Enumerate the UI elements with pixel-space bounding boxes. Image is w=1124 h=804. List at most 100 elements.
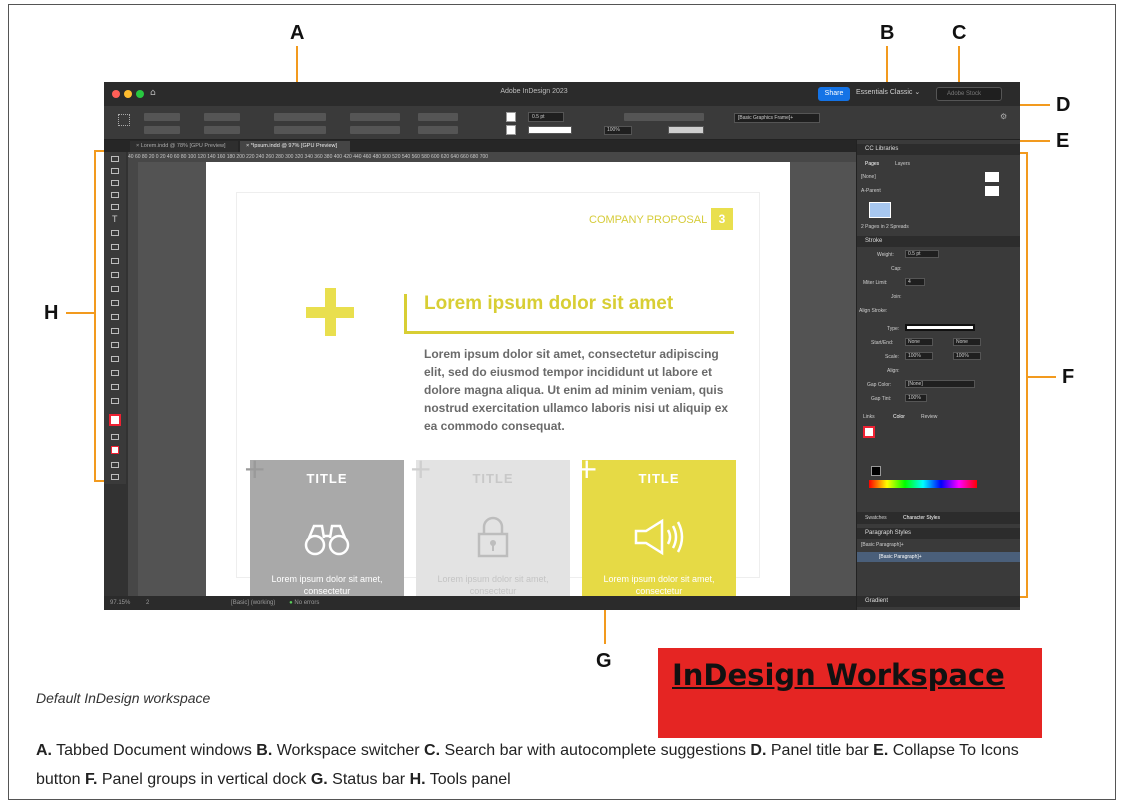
rectangle-frame-tool[interactable] (111, 272, 119, 278)
screen-mode-icon[interactable] (111, 462, 119, 468)
page-number-badge: 3 (711, 208, 733, 230)
shear-field[interactable] (350, 126, 400, 134)
scale-end-field[interactable]: 100% (953, 352, 981, 360)
tab-review[interactable]: Review (921, 414, 937, 420)
eyedropper-tool[interactable] (111, 370, 119, 376)
zoom-window-button[interactable] (136, 90, 144, 98)
tab-color[interactable]: Color (893, 414, 905, 420)
padlock-icon (477, 516, 509, 558)
callout-f-bracket-v (1026, 152, 1028, 598)
close-window-button[interactable] (112, 90, 120, 98)
selection-tool[interactable] (111, 156, 119, 162)
stroke-swatch-icon[interactable] (506, 125, 516, 135)
opacity-field[interactable]: 100% (604, 126, 632, 135)
callout-h-bracket-v (94, 150, 96, 482)
home-icon[interactable]: ⌂ (150, 88, 156, 98)
scale-x-field[interactable] (274, 113, 326, 121)
stroke-type-select[interactable] (905, 324, 975, 331)
legend-desc: Panel title bar (766, 742, 874, 759)
end-select[interactable]: None (953, 338, 981, 346)
scissors-tool[interactable] (111, 300, 119, 306)
y-position-field[interactable] (144, 126, 180, 134)
preflight-profile[interactable]: [Basic] (working) (231, 600, 275, 606)
tab-layers[interactable]: Layers (895, 161, 910, 167)
object-style-field[interactable]: [Basic Graphics Frame]+ (734, 113, 820, 123)
search-input[interactable]: Adobe Stock (936, 87, 1002, 101)
fill-stroke-icon[interactable] (109, 414, 121, 426)
miter-field[interactable]: 4 (905, 278, 925, 286)
workspace-switcher[interactable]: Essentials Classic ⌄ (856, 88, 920, 96)
formatting-affects-icon[interactable] (111, 434, 119, 440)
panel-title-gradient[interactable]: Gradient (857, 596, 1020, 607)
scale-start-field[interactable]: 100% (905, 352, 933, 360)
chevron-down-icon: ⌄ (914, 89, 921, 96)
hand-tool[interactable] (111, 384, 119, 390)
width-field[interactable] (204, 113, 240, 121)
panel-title-stroke[interactable]: Stroke (857, 236, 1020, 247)
tab-swatches[interactable]: Swatches (865, 515, 887, 521)
minimize-window-button[interactable] (124, 90, 132, 98)
gap-tool[interactable] (111, 192, 119, 198)
view-mode-icon[interactable] (111, 474, 119, 480)
rotate-buttons[interactable] (418, 113, 458, 121)
pencil-tool[interactable] (111, 258, 119, 264)
black-swatch[interactable] (871, 466, 881, 476)
gap-tint-field[interactable]: 100% (905, 394, 927, 402)
tab-ipsum[interactable]: × *Ipsum.indd @ 97% [GPU Preview] (240, 141, 350, 152)
frame-size-field[interactable] (668, 126, 704, 134)
tab-lorem[interactable]: × Lorem.indd @ 78% [GPU Preview] (130, 141, 238, 152)
panel-title-paragraph-styles[interactable]: Paragraph Styles (857, 528, 1020, 539)
a-parent-thumb[interactable] (985, 186, 999, 196)
start-select[interactable]: None (905, 338, 933, 346)
none-master-thumb[interactable] (985, 172, 999, 182)
settings-icon[interactable]: ⚙ (1000, 112, 1007, 121)
stroke-weight-field[interactable]: 0.5 pt (528, 112, 564, 122)
content-collector-tool[interactable] (111, 204, 119, 210)
direct-selection-tool[interactable] (111, 168, 119, 174)
tab-character-styles[interactable]: Character Styles (903, 515, 940, 521)
zoom-tool[interactable] (111, 398, 119, 404)
end-value: None (956, 339, 968, 345)
gradient-feather-tool[interactable] (111, 342, 119, 348)
object-style-value: [Basic Graphics Frame]+ (738, 115, 794, 121)
tab-links[interactable]: Links (863, 414, 875, 420)
gap-color-select[interactable]: [None] (905, 380, 975, 388)
note-tool[interactable] (111, 356, 119, 362)
type-tool[interactable]: T (112, 214, 118, 224)
align-stroke-label: Align Stroke: (859, 308, 888, 314)
free-transform-tool[interactable] (111, 314, 119, 320)
x-position-field[interactable] (144, 113, 180, 121)
flip-buttons[interactable] (418, 126, 458, 134)
callout-h-line (66, 312, 94, 314)
body-paragraph: Lorem ipsum dolor sit amet, consectetur … (424, 347, 729, 433)
apply-none-icon[interactable] (111, 446, 119, 454)
basic-paragraph-row[interactable]: [Basic Paragraph]+ (857, 552, 1020, 562)
callout-f-line (1028, 376, 1056, 378)
fitting-buttons[interactable] (624, 113, 704, 121)
stroke-type-field[interactable] (528, 126, 572, 134)
line-tool[interactable] (111, 230, 119, 236)
tab-label: Lorem.indd @ 78% [GPU Preview] (140, 143, 226, 149)
panel-title-cc-libraries[interactable]: CC Libraries (857, 144, 1020, 155)
page-tool[interactable] (111, 180, 119, 186)
page-field[interactable]: 2 (146, 600, 149, 606)
card-text: Lorem ipsum dolor sit amet, consectetur (271, 574, 383, 596)
rectangle-tool[interactable] (111, 286, 119, 292)
color-spectrum[interactable] (869, 480, 977, 488)
page-thumbnail[interactable] (869, 202, 891, 218)
zoom-level[interactable]: 97.15% (110, 600, 130, 606)
search-placeholder: Adobe Stock (947, 91, 982, 97)
fill-swatch-icon[interactable] (506, 112, 516, 122)
rotation-field[interactable] (350, 113, 400, 121)
weight-field[interactable]: 0.5 pt (905, 250, 939, 258)
status-bar: 97.15% 2 [Basic] (working) ● No errors (104, 596, 856, 610)
share-button[interactable]: Share (818, 87, 850, 101)
tab-pages[interactable]: Pages (865, 161, 879, 167)
scale-y-field[interactable] (274, 126, 326, 134)
document-page[interactable]: COMPANY PROPOSAL 3 Lorem ipsum dolor sit… (206, 162, 790, 596)
gradient-swatch-tool[interactable] (111, 328, 119, 334)
fill-stroke-swatch-icon[interactable] (863, 426, 875, 438)
reference-point-icon[interactable] (118, 114, 130, 126)
height-field[interactable] (204, 126, 240, 134)
pen-tool[interactable] (111, 244, 119, 250)
